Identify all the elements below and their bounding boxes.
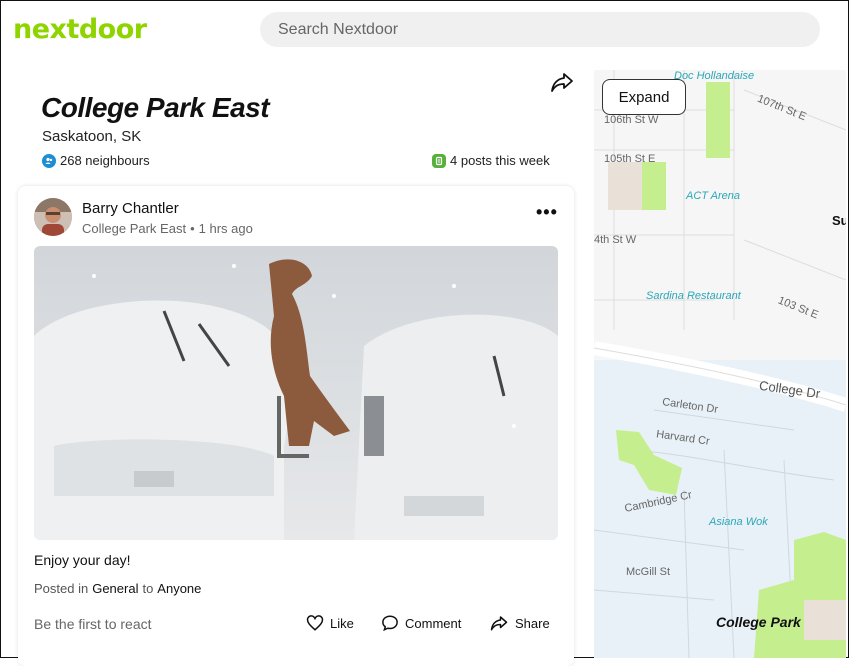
- post-category-line: Posted in General to Anyone: [34, 581, 201, 596]
- map-area-label: College Park: [716, 614, 801, 630]
- avatar[interactable]: [34, 198, 72, 236]
- map-poi-act-arena[interactable]: ACT Arena: [686, 190, 740, 202]
- map-street-106th: 106th St W: [604, 114, 659, 126]
- neighbourhood-location: Saskatoon, SK: [42, 128, 142, 145]
- like-button[interactable]: Like: [306, 614, 354, 632]
- post-neighbourhood[interactable]: College Park East: [82, 221, 186, 236]
- react-prompt: Be the first to react: [34, 616, 152, 632]
- people-icon: [42, 153, 56, 168]
- neighbours-label: 268 neighbours: [60, 153, 150, 168]
- expand-map-button[interactable]: Expand: [602, 79, 686, 115]
- share-arrow-icon[interactable]: [550, 70, 574, 94]
- map-street-105th: 105th St E: [604, 153, 656, 165]
- comment-label: Comment: [405, 615, 462, 631]
- posts-icon: [432, 153, 446, 168]
- post-audience[interactable]: Anyone: [157, 581, 201, 596]
- posts-label: 4 posts this week: [450, 153, 550, 168]
- post-body: Enjoy your day!: [34, 552, 131, 568]
- post-image[interactable]: [34, 246, 558, 540]
- posts-count: 4 posts this week: [432, 153, 550, 168]
- nextdoor-logo[interactable]: nextdoor: [13, 14, 147, 45]
- neighbourhood-map[interactable]: Doc Hollandaise 106th St W 105th St E 4t…: [594, 70, 846, 658]
- share-button[interactable]: Share: [489, 614, 550, 632]
- share-label: Share: [515, 615, 550, 631]
- map-poi-doc-hollandaise[interactable]: Doc Hollandaise: [674, 70, 754, 82]
- comment-icon: [382, 615, 398, 632]
- meta-separator: •: [190, 221, 195, 236]
- post-category[interactable]: General: [92, 581, 138, 596]
- like-label: Like: [330, 615, 354, 631]
- post-card: Barry Chantler College Park East • 1 hrs…: [18, 186, 574, 666]
- map-street-mcgill: McGill St: [626, 566, 670, 578]
- map-poi-sardina-restaurant[interactable]: Sardina Restaurant: [646, 290, 741, 302]
- post-time: 1 hrs ago: [198, 221, 253, 236]
- post-author[interactable]: Barry Chantler: [82, 200, 179, 217]
- more-options-icon[interactable]: •••: [536, 202, 558, 223]
- search-input[interactable]: Search Nextdoor: [260, 12, 820, 47]
- map-street-su: Su: [832, 213, 846, 228]
- heart-icon: [306, 615, 324, 631]
- map-street-4th: 4th St W: [594, 234, 637, 246]
- share-icon: [490, 616, 508, 631]
- neighbourhood-title: College Park East: [41, 92, 270, 123]
- neighbours-count: 268 neighbours: [42, 153, 150, 168]
- posted-prefix: Posted in: [34, 581, 89, 596]
- posted-to: to: [142, 581, 154, 596]
- comment-button[interactable]: Comment: [381, 614, 461, 632]
- search-placeholder: Search Nextdoor: [278, 20, 399, 38]
- map-poi-asiana-wok[interactable]: Asiana Wok: [709, 516, 768, 528]
- post-meta: College Park East • 1 hrs ago: [82, 221, 253, 236]
